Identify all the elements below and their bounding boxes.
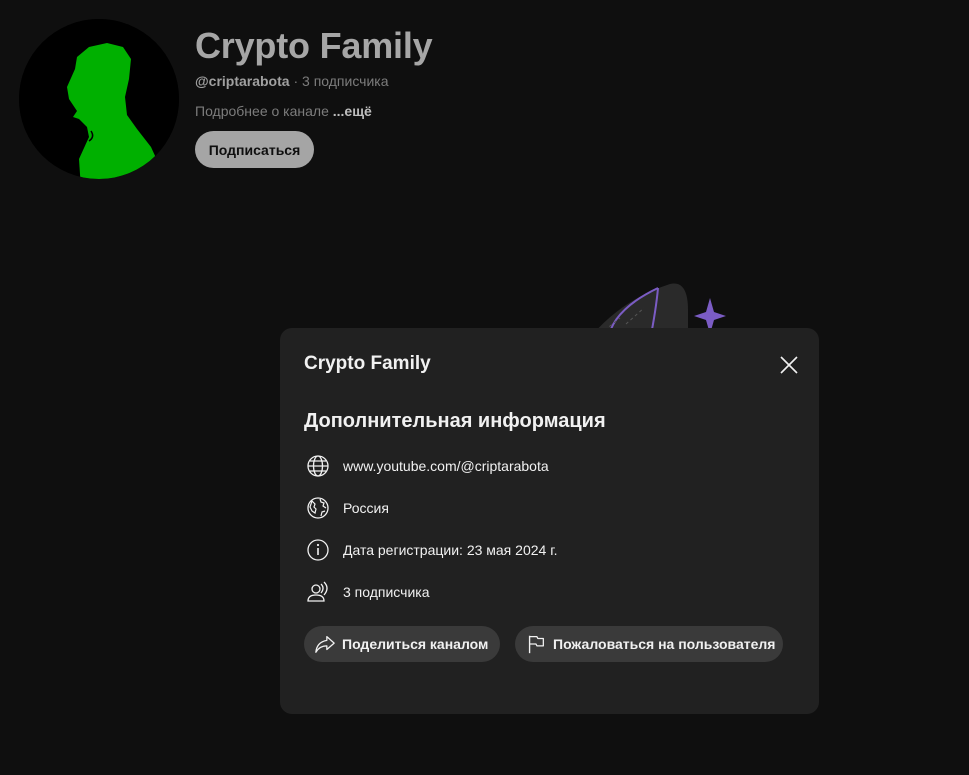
- channel-meta: @criptarabota · 3 подписчика: [195, 73, 389, 89]
- joined-date-text: Дата регистрации: 23 мая 2024 г.: [343, 542, 558, 558]
- info-icon: [304, 536, 332, 564]
- subscriber-count: 3 подписчика: [302, 73, 389, 89]
- channel-avatar[interactable]: [19, 19, 179, 179]
- about-dialog: Crypto Family Дополнительная информация …: [280, 328, 819, 714]
- close-button[interactable]: [774, 350, 804, 380]
- more-link[interactable]: ...ещё: [333, 103, 372, 119]
- subscribe-button[interactable]: Подписаться: [195, 131, 314, 168]
- description-text: Подробнее о канале: [195, 103, 333, 119]
- channel-handle: @criptarabota: [195, 73, 290, 89]
- info-row-link: www.youtube.com/@criptarabota: [304, 452, 549, 480]
- share-channel-button[interactable]: Поделиться каналом: [304, 626, 500, 662]
- channel-title: Crypto Family: [195, 25, 433, 66]
- info-row-country: Россия: [304, 494, 389, 522]
- report-user-label: Пожаловаться на пользователя: [553, 636, 776, 652]
- section-title: Дополнительная информация: [304, 410, 606, 432]
- report-user-button[interactable]: Пожаловаться на пользователя: [515, 626, 783, 662]
- subscribers-text: 3 подписчика: [343, 584, 430, 600]
- channel-description[interactable]: Подробнее о канале ...ещё: [195, 103, 372, 119]
- subscribers-icon: [304, 578, 332, 606]
- channel-link[interactable]: www.youtube.com/@criptarabota: [343, 458, 549, 474]
- info-row-joined: Дата регистрации: 23 мая 2024 г.: [304, 536, 557, 564]
- info-row-subscribers: 3 подписчика: [304, 578, 429, 606]
- globe-icon: [304, 452, 332, 480]
- channel-page: Crypto Family @criptarabota · 3 подписчи…: [0, 0, 969, 775]
- close-icon: [780, 356, 798, 374]
- dialog-title: Crypto Family: [304, 353, 431, 374]
- share-arrow-icon: [314, 632, 336, 656]
- share-channel-label: Поделиться каналом: [342, 636, 489, 652]
- meta-separator: ·: [289, 73, 303, 89]
- country-globe-icon: [304, 494, 332, 522]
- flag-icon: [525, 632, 547, 656]
- country-text: Россия: [343, 500, 389, 516]
- person-silhouette-icon: [19, 19, 179, 179]
